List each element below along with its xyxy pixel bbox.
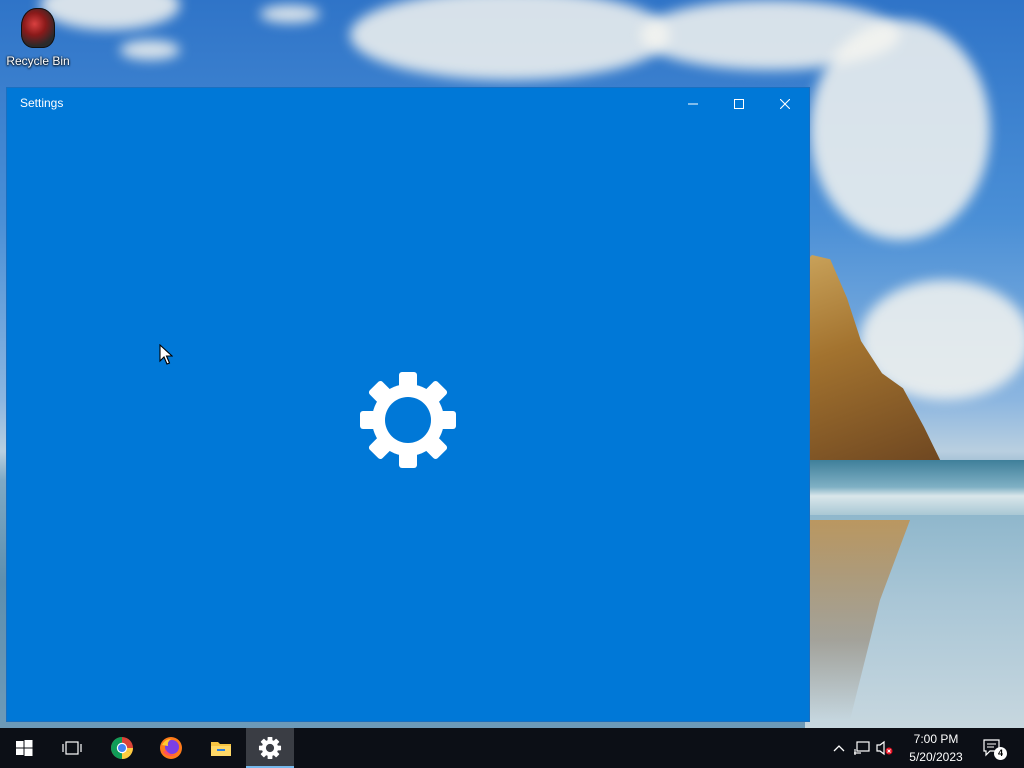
mouse-cursor-icon: [159, 344, 173, 365]
volume-tray-button[interactable]: [873, 728, 895, 768]
chrome-taskbar-button[interactable]: [98, 728, 146, 768]
clock[interactable]: 7:00 PM 5/20/2023: [896, 730, 976, 766]
minimize-icon: [688, 103, 698, 105]
cloud: [260, 5, 320, 23]
desktop-icon-label: Recycle Bin: [6, 54, 70, 68]
window-title: Settings: [20, 96, 64, 110]
maximize-icon: [734, 99, 744, 109]
chevron-up-icon: [833, 745, 845, 752]
clock-time: 7:00 PM: [913, 732, 959, 746]
file-explorer-taskbar-button[interactable]: [197, 728, 245, 768]
sea: [805, 460, 1024, 520]
firefox-icon: [160, 737, 182, 759]
firefox-taskbar-button[interactable]: [147, 728, 195, 768]
windows-logo-icon: [16, 740, 33, 756]
cloud: [120, 40, 180, 60]
show-hidden-icons-button[interactable]: [828, 728, 850, 768]
gear-icon: [360, 372, 456, 468]
minimize-button[interactable]: [670, 88, 716, 120]
recycle-bin-icon: [21, 8, 55, 48]
start-button[interactable]: [0, 728, 48, 768]
chrome-icon: [111, 737, 133, 759]
folder-icon: [211, 742, 231, 756]
task-view-icon: [62, 741, 82, 755]
title-bar[interactable]: Settings: [7, 88, 809, 120]
task-view-button[interactable]: [48, 728, 96, 768]
settings-window[interactable]: Settings: [7, 88, 809, 721]
taskbar: 7:00 PM 5/20/2023 4: [0, 728, 1024, 768]
cloud: [350, 0, 670, 80]
clock-date: 5/20/2023: [909, 750, 963, 764]
action-center-button[interactable]: 4: [978, 728, 1018, 768]
close-button[interactable]: [762, 88, 808, 120]
recycle-bin-desktop-icon[interactable]: Recycle Bin: [4, 6, 72, 76]
close-icon: [780, 99, 790, 109]
cloud: [810, 20, 990, 240]
network-tray-button[interactable]: [850, 728, 872, 768]
notification-count-badge: 4: [994, 747, 1007, 760]
settings-taskbar-button[interactable]: [246, 728, 294, 768]
gear-icon: [258, 736, 282, 760]
maximize-button[interactable]: [716, 88, 762, 120]
volume-muted-icon: [876, 740, 893, 756]
network-icon: [854, 741, 870, 755]
